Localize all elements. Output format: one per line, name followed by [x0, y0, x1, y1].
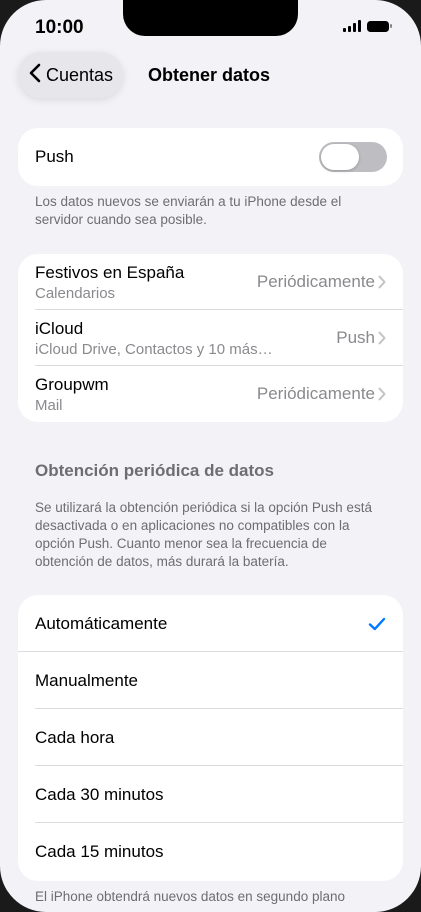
- push-row: Push: [18, 128, 403, 186]
- account-text: Festivos en España Calendarios: [35, 263, 184, 302]
- fetch-option-label: Cada 30 minutos: [35, 784, 164, 804]
- status-time: 10:00: [35, 17, 84, 38]
- account-type: iCloud Drive, Contactos y 10 más…: [35, 340, 273, 358]
- signal-icon: [343, 20, 361, 32]
- account-name: Groupwm: [35, 374, 109, 394]
- battery-icon: [367, 20, 392, 32]
- push-card: Push: [18, 128, 403, 186]
- account-fetch-value: Periódicamente: [257, 384, 386, 404]
- fetch-option-label: Cada hora: [35, 727, 115, 747]
- fetch-option-row[interactable]: Manualmente: [18, 652, 403, 709]
- section-title: Obtención periódica de datos: [35, 461, 274, 480]
- status-icons: [343, 20, 392, 32]
- navigation-bar: Cuentas Obtener datos: [0, 52, 421, 98]
- chevron-left-icon: [28, 63, 42, 88]
- account-fetch-value-label: Periódicamente: [256, 384, 375, 403]
- fetch-option-label: Cada 15 minutos: [35, 842, 164, 861]
- account-row[interactable]: iCloud iCloud Drive, Contactos y 10 más……: [18, 310, 403, 366]
- account-fetch-value: Push: [336, 328, 386, 348]
- chevron-right-icon: [378, 387, 386, 401]
- back-button[interactable]: Cuentas: [18, 52, 124, 98]
- accounts-card: Festivos en España Calendarios Periódica…: [18, 254, 403, 422]
- fetch-option-row[interactable]: Cada 30 minutos: [18, 766, 403, 823]
- page-title: Obtener datos: [148, 65, 271, 85]
- checkmark-icon: [368, 617, 386, 631]
- fetch-option-label: Automáticamente: [35, 613, 168, 633]
- account-type: Calendarios: [35, 284, 116, 302]
- account-fetch-value-label: Push: [336, 328, 375, 347]
- account-name: Festivos en España: [35, 262, 185, 282]
- phone-screen: 10:00 Cuentas Obtener datos Push Los dat…: [0, 0, 421, 912]
- push-note: Los datos nuevos se enviarán a tu iPhone…: [35, 194, 342, 227]
- push-toggle[interactable]: [319, 142, 387, 172]
- dynamic-notch: [123, 0, 298, 36]
- fetch-option-row[interactable]: Cada 15 minutos: [18, 823, 403, 881]
- fetch-footer-note: El iPhone obtendrá nuevos datos en segun…: [35, 889, 345, 904]
- account-text: iCloud iCloud Drive, Contactos y 10 más…: [35, 319, 273, 358]
- back-button-label: Cuentas: [46, 64, 114, 85]
- toggle-knob: [321, 144, 359, 170]
- fetch-option-row[interactable]: Automáticamente: [18, 595, 403, 652]
- account-fetch-value: Periódicamente: [257, 272, 386, 292]
- fetch-note: Se utilizará la obtención periódica si l…: [35, 500, 372, 569]
- account-row[interactable]: Groupwm Mail Periódicamente: [18, 366, 403, 422]
- chevron-right-icon: [378, 331, 386, 345]
- fetch-option-label: Manualmente: [35, 670, 139, 690]
- account-name: iCloud: [35, 318, 84, 338]
- account-text: Groupwm Mail: [35, 375, 109, 414]
- chevron-right-icon: [378, 275, 386, 289]
- fetch-options-card: Automáticamente Manualmente Cada hora Ca…: [18, 595, 403, 881]
- account-type: Mail: [35, 396, 63, 414]
- account-row[interactable]: Festivos en España Calendarios Periódica…: [18, 254, 403, 310]
- fetch-option-row[interactable]: Cada hora: [18, 709, 403, 766]
- push-label: Push: [35, 147, 74, 166]
- account-fetch-value-label: Periódicamente: [256, 272, 375, 291]
